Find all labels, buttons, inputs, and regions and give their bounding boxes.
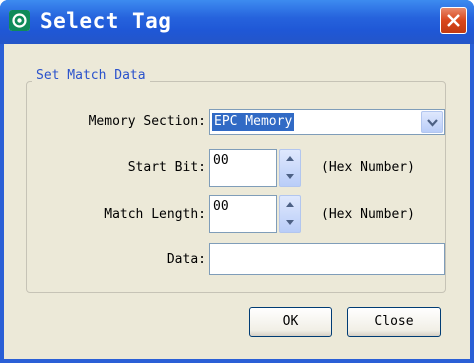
start-bit-label: Start Bit:: [127, 160, 206, 175]
ok-button[interactable]: OK: [249, 307, 332, 337]
dialog-body: Set Match Data Memory Section: EPC Memor…: [4, 44, 470, 359]
match-length-hint: (Hex Number): [321, 207, 415, 222]
close-button[interactable]: Close: [347, 307, 441, 337]
arrow-down-icon: [286, 174, 294, 179]
match-length-label: Match Length:: [104, 207, 206, 222]
start-bit-up-button[interactable]: [280, 150, 300, 168]
match-length-up-button[interactable]: [280, 196, 300, 214]
close-window-button[interactable]: [440, 7, 467, 34]
memory-section-label: Memory Section:: [88, 114, 206, 129]
arrow-down-icon: [286, 220, 294, 225]
data-input[interactable]: [209, 243, 445, 275]
dialog-window: Select Tag Set Match Data Memory Section…: [0, 0, 474, 363]
memory-section-value: EPC Memory: [212, 113, 295, 131]
start-bit-spinner[interactable]: [279, 149, 301, 187]
chevron-down-icon: [427, 119, 438, 127]
window-title: Select Tag: [40, 9, 172, 33]
arrow-up-icon: [286, 202, 294, 207]
memory-section-select[interactable]: EPC Memory: [209, 109, 445, 135]
start-bit-input[interactable]: 00: [209, 149, 277, 187]
app-logo-icon: [9, 10, 30, 31]
match-length-input[interactable]: 00: [209, 195, 277, 233]
title-bar[interactable]: Select Tag: [0, 0, 474, 44]
start-bit-down-button[interactable]: [280, 168, 300, 186]
match-length-down-button[interactable]: [280, 214, 300, 232]
dropdown-button[interactable]: [421, 111, 443, 133]
arrow-up-icon: [286, 156, 294, 161]
close-icon: [447, 14, 460, 27]
start-bit-hint: (Hex Number): [321, 160, 415, 175]
match-length-spinner[interactable]: [279, 195, 301, 233]
group-title: Set Match Data: [32, 68, 150, 83]
data-label: Data:: [166, 252, 206, 267]
